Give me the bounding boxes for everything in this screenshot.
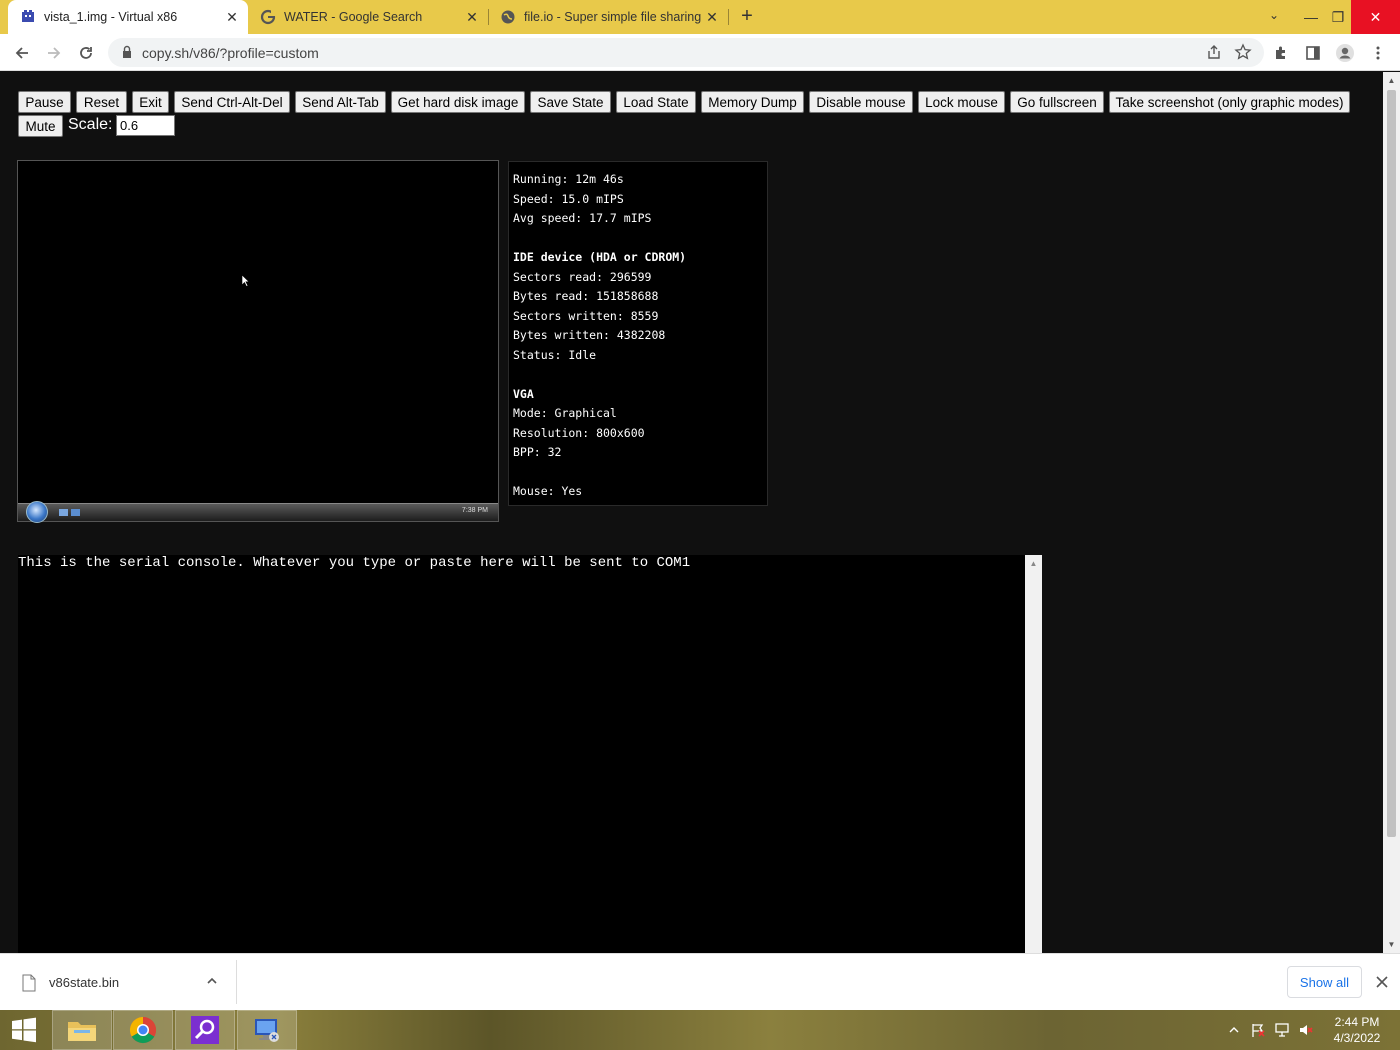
back-icon[interactable] <box>9 40 35 66</box>
mute-button[interactable]: Mute <box>18 115 63 137</box>
memory-dump-button[interactable]: Memory Dump <box>701 91 804 113</box>
running-time: Running: 12m 46s <box>513 172 624 186</box>
save-state-button[interactable]: Save State <box>530 91 611 113</box>
windows-taskbar: 2:44 PM 4/3/2022 <box>0 1010 1400 1050</box>
serial-console[interactable]: This is the serial console. Whatever you… <box>18 555 1042 953</box>
ide-status: Status: Idle <box>513 347 597 362</box>
reload-icon[interactable] <box>73 40 99 66</box>
tab-title: file.io - Super simple file sharing <box>524 10 702 24</box>
file-icon[interactable] <box>22 974 36 992</box>
mouse-cursor-icon <box>242 275 250 287</box>
send-ctrl-alt-del-button[interactable]: Send Ctrl-Alt-Del <box>174 91 290 113</box>
url-text[interactable]: copy.sh/v86/?profile=custom <box>142 45 319 61</box>
more-menu-icon[interactable] <box>1365 40 1391 66</box>
scroll-down-icon[interactable]: ▼ <box>1386 939 1397 950</box>
system-clock[interactable]: 2:44 PM 4/3/2022 <box>1324 1014 1390 1046</box>
chevron-up-icon[interactable] <box>204 973 220 989</box>
file-explorer-icon[interactable] <box>52 1010 112 1050</box>
divider <box>236 960 237 1004</box>
windows-start-icon[interactable] <box>0 1010 48 1050</box>
remote-desktop-icon[interactable] <box>237 1010 297 1050</box>
serial-console-scrollbar[interactable]: ▲ <box>1025 555 1042 953</box>
speed: Speed: 15.0 mIPS <box>513 191 624 206</box>
vista-taskbar: 7:38 PM <box>18 501 498 523</box>
close-icon[interactable]: ✕ <box>702 7 722 27</box>
emulator-info-panel: Running: 12m 46s Speed: 15.0 mIPS Avg sp… <box>508 161 768 506</box>
pause-button[interactable]: Pause <box>18 91 71 113</box>
scroll-up-icon[interactable]: ▲ <box>1029 559 1038 568</box>
vga-bpp: BPP: 32 <box>513 445 562 459</box>
chrome-icon[interactable] <box>113 1010 173 1050</box>
new-tab-icon[interactable]: + <box>736 6 758 28</box>
search-app-icon[interactable] <box>175 1010 235 1050</box>
vista-clock: 7:38 PM <box>461 507 488 514</box>
bookmark-star-icon[interactable] <box>1234 43 1252 61</box>
exit-button[interactable]: Exit <box>132 91 169 113</box>
tab-title: vista_1.img - Virtual x86 <box>44 10 178 24</box>
mouse-status: Mouse: Yes <box>513 484 583 498</box>
scale-label: Scale: <box>68 116 113 133</box>
show-all-button[interactable]: Show all <box>1287 966 1362 998</box>
show-hidden-icons-icon[interactable] <box>1226 1022 1242 1038</box>
disable-mouse-button[interactable]: Disable mouse <box>809 91 913 113</box>
clock-date: 4/3/2022 <box>1333 1031 1381 1045</box>
close-icon[interactable]: ✕ <box>222 7 242 27</box>
action-center-flag-icon[interactable] <box>1250 1022 1266 1038</box>
download-file-name[interactable]: v86state.bin <box>49 975 119 990</box>
browser-tab-strip: vista_1.img - Virtual x86 ✕ WATER - Goog… <box>0 0 1400 34</box>
lock-mouse-button[interactable]: Lock mouse <box>918 91 1005 113</box>
go-fullscreen-button[interactable]: Go fullscreen <box>1010 91 1104 113</box>
scrollbar-thumb[interactable] <box>1387 90 1396 837</box>
v86-page: Pause Reset Exit Send Ctrl-Alt-Del Send … <box>0 72 1383 953</box>
page-scrollbar[interactable]: ▲ ▼ <box>1383 72 1400 953</box>
globe-icon <box>501 10 515 24</box>
side-panel-icon[interactable] <box>1300 40 1326 66</box>
scroll-up-icon[interactable]: ▲ <box>1386 75 1397 86</box>
address-bar[interactable]: copy.sh/v86/?profile=custom <box>108 38 1264 67</box>
get-hard-disk-image-button[interactable]: Get hard disk image <box>391 91 525 113</box>
v86-icon <box>22 10 34 22</box>
tab-virtual-x86[interactable]: vista_1.img - Virtual x86 ✕ <box>8 0 248 34</box>
profile-avatar-icon[interactable] <box>1332 40 1358 66</box>
lock-icon[interactable] <box>120 45 134 59</box>
vista-start-orb-icon[interactable] <box>26 501 48 523</box>
bytes-written: Bytes written: 4382208 <box>513 328 666 342</box>
tab-title: WATER - Google Search <box>284 10 423 24</box>
clock-time: 2:44 PM <box>1334 1015 1380 1029</box>
tab-divider <box>728 9 729 25</box>
sectors-written: Sectors written: 8559 <box>513 308 659 323</box>
vga-heading: VGA <box>513 386 534 401</box>
send-alt-tab-button[interactable]: Send Alt-Tab <box>295 91 386 113</box>
take-screenshot-button[interactable]: Take screenshot (only graphic modes) <box>1109 91 1350 113</box>
chevron-down-icon[interactable]: ⌄ <box>1264 8 1284 26</box>
vga-mode: Mode: Graphical <box>513 406 617 420</box>
vga-resolution: Resolution: 800x600 <box>513 425 645 440</box>
forward-icon[interactable] <box>41 40 67 66</box>
share-icon[interactable] <box>1206 44 1222 60</box>
download-shelf: v86state.bin Show all <box>0 953 1400 1010</box>
volume-muted-icon[interactable] <box>1298 1022 1314 1038</box>
extensions-icon[interactable] <box>1268 40 1294 66</box>
emulator-screen[interactable]: 7:38 PM <box>17 160 499 523</box>
bytes-read: Bytes read: 151858688 <box>513 289 659 303</box>
network-icon[interactable] <box>1274 1022 1290 1038</box>
close-icon[interactable]: ✕ <box>462 7 482 27</box>
scale-input[interactable] <box>116 115 175 136</box>
tab-google-search[interactable]: WATER - Google Search ✕ <box>248 0 488 34</box>
tab-file-io[interactable]: file.io - Super simple file sharing ✕ <box>488 0 728 34</box>
google-icon <box>260 9 276 25</box>
sectors-read: Sectors read: 296599 <box>513 269 652 284</box>
close-icon[interactable] <box>1373 973 1391 991</box>
quick-launch-icon[interactable] <box>58 508 82 518</box>
ide-heading: IDE device (HDA or CDROM) <box>513 250 687 264</box>
browser-toolbar: copy.sh/v86/?profile=custom <box>0 34 1400 71</box>
window-close-icon[interactable]: ✕ <box>1351 0 1400 34</box>
avg-speed: Avg speed: 17.7 mIPS <box>513 211 652 225</box>
load-state-button[interactable]: Load State <box>616 91 696 113</box>
serial-console-text[interactable]: This is the serial console. Whatever you… <box>18 555 690 571</box>
reset-button[interactable]: Reset <box>76 91 127 113</box>
